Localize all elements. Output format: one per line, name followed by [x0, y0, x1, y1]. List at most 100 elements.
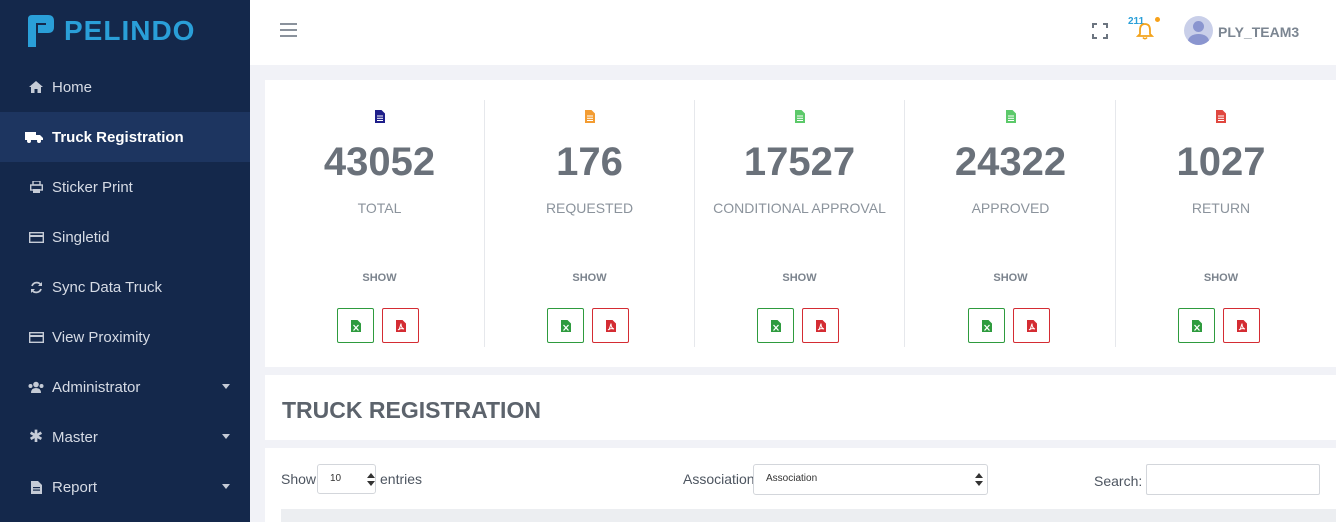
chevron-down-icon: [222, 484, 230, 489]
menu-toggle-icon[interactable]: [280, 23, 297, 41]
sidebar: PELINDO Home Truck Registration Sticker …: [0, 0, 250, 522]
stat-label: TOTAL: [357, 200, 402, 216]
pdf-icon: [815, 319, 826, 332]
home-icon: [28, 79, 44, 95]
sidebar-item-sticker-print[interactable]: Sticker Print: [0, 162, 250, 212]
show-link[interactable]: SHOW: [906, 272, 1115, 284]
excel-icon: [770, 319, 781, 332]
pdf-icon: [605, 319, 616, 332]
notification-dot: [1155, 17, 1160, 22]
table-controls: Show 10 entries Association: Association…: [265, 448, 1336, 522]
stat-value: 43052: [323, 140, 436, 184]
export-pdf-button[interactable]: [1013, 308, 1050, 343]
show-link[interactable]: SHOW: [485, 272, 694, 284]
card-icon: [28, 329, 44, 345]
show-label: Show: [281, 471, 317, 487]
stat-value: 1027: [1176, 140, 1266, 184]
stat-label: RETURN: [1191, 200, 1251, 216]
association-value: Association: [766, 473, 818, 484]
pdf-icon: [1236, 319, 1247, 332]
stat-conditional-approval: 17527 CONDITIONAL APPROVAL SHOW: [695, 100, 905, 347]
sidebar-item-label: Report: [52, 478, 98, 496]
avatar[interactable]: [1184, 16, 1213, 45]
show-link[interactable]: SHOW: [1116, 272, 1326, 284]
stat-label: REQUESTED: [545, 200, 634, 216]
document-icon: [1216, 110, 1226, 123]
stat-value: 176: [556, 140, 623, 184]
fullscreen-icon[interactable]: [1092, 23, 1108, 39]
excel-icon: [350, 319, 361, 332]
card-icon: [28, 229, 44, 245]
truck-icon: [24, 129, 44, 145]
sidebar-item-administrator[interactable]: Administrator: [0, 362, 250, 412]
brand-name: PELINDO: [64, 15, 196, 46]
sidebar-item-label: Singletid: [52, 228, 110, 246]
sidebar-menu: Home Truck Registration Sticker Print Si…: [0, 62, 250, 512]
stat-requested: 176 REQUESTED SHOW: [485, 100, 695, 347]
chevron-down-icon: [222, 434, 230, 439]
document-icon: [794, 110, 805, 123]
title-panel: TRUCK REGISTRATION: [265, 375, 1336, 440]
sidebar-item-home[interactable]: Home: [0, 62, 250, 112]
search-label: Search:: [1094, 473, 1143, 489]
sidebar-item-view-proximity[interactable]: View Proximity: [0, 312, 250, 362]
export-excel-button[interactable]: [547, 308, 584, 343]
pdf-icon: [1026, 319, 1037, 332]
stat-return: 1027 RETURN SHOW: [1116, 100, 1326, 347]
association-select[interactable]: Association: [753, 464, 988, 495]
sidebar-item-sync-data-truck[interactable]: Sync Data Truck: [0, 262, 250, 312]
stats-panel: 43052 TOTAL SHOW 176 REQUESTED SHOW 1752…: [265, 80, 1336, 367]
export-excel-button[interactable]: [1178, 308, 1215, 343]
export-pdf-button[interactable]: [1223, 308, 1260, 343]
export-excel-button[interactable]: [757, 308, 794, 343]
top-header: 211 PLY_TEAM3: [250, 0, 1336, 65]
stat-total: 43052 TOTAL SHOW: [275, 100, 485, 347]
pdf-icon: [395, 319, 406, 332]
chevron-down-icon: [222, 384, 230, 389]
username[interactable]: PLY_TEAM3: [1218, 24, 1299, 40]
association-label: Association:: [683, 471, 759, 487]
export-pdf-button[interactable]: [802, 308, 839, 343]
sidebar-item-report[interactable]: Report: [0, 462, 250, 512]
users-icon: [28, 379, 44, 395]
stat-value: 24322: [954, 140, 1067, 184]
sidebar-item-label: View Proximity: [52, 328, 151, 346]
sidebar-item-label: Sticker Print: [52, 178, 133, 196]
sidebar-item-label: Sync Data Truck: [52, 278, 163, 296]
show-link[interactable]: SHOW: [275, 272, 484, 284]
sidebar-item-singletid[interactable]: Singletid: [0, 212, 250, 262]
show-link[interactable]: SHOW: [695, 272, 904, 284]
search-input[interactable]: [1146, 464, 1320, 495]
excel-icon: [560, 319, 571, 332]
asterisk-icon: ✱: [28, 427, 44, 446]
entries-select[interactable]: 10: [317, 464, 376, 494]
excel-icon: [981, 319, 992, 332]
export-excel-button[interactable]: [968, 308, 1005, 343]
document-icon: [374, 110, 385, 123]
document-icon: [584, 110, 595, 123]
table-header: [281, 509, 1336, 522]
stat-approved: 24322 APPROVED SHOW: [906, 100, 1116, 347]
pelindo-logo-icon: [28, 15, 54, 47]
bell-icon[interactable]: [1136, 22, 1154, 40]
brand-logo[interactable]: PELINDO: [0, 0, 250, 62]
sidebar-item-master[interactable]: ✱ Master: [0, 412, 250, 462]
export-excel-button[interactable]: [337, 308, 374, 343]
excel-icon: [1191, 319, 1202, 332]
page-title: TRUCK REGISTRATION: [282, 397, 541, 423]
sidebar-item-label: Master: [52, 428, 98, 446]
file-icon: [28, 479, 44, 495]
stat-label: CONDITIONAL APPROVAL: [713, 200, 886, 216]
stat-label: APPROVED: [971, 200, 1050, 216]
entries-label: entries: [380, 471, 423, 487]
document-icon: [1005, 110, 1016, 123]
sidebar-item-truck-registration[interactable]: Truck Registration: [0, 112, 250, 162]
sync-icon: [28, 279, 44, 295]
entries-value: 10: [330, 473, 342, 484]
export-pdf-button[interactable]: [382, 308, 419, 343]
export-pdf-button[interactable]: [592, 308, 629, 343]
printer-icon: [28, 179, 44, 195]
stat-value: 17527: [743, 140, 856, 184]
sidebar-item-label: Home: [52, 78, 93, 96]
sidebar-item-label: Administrator: [52, 378, 141, 396]
